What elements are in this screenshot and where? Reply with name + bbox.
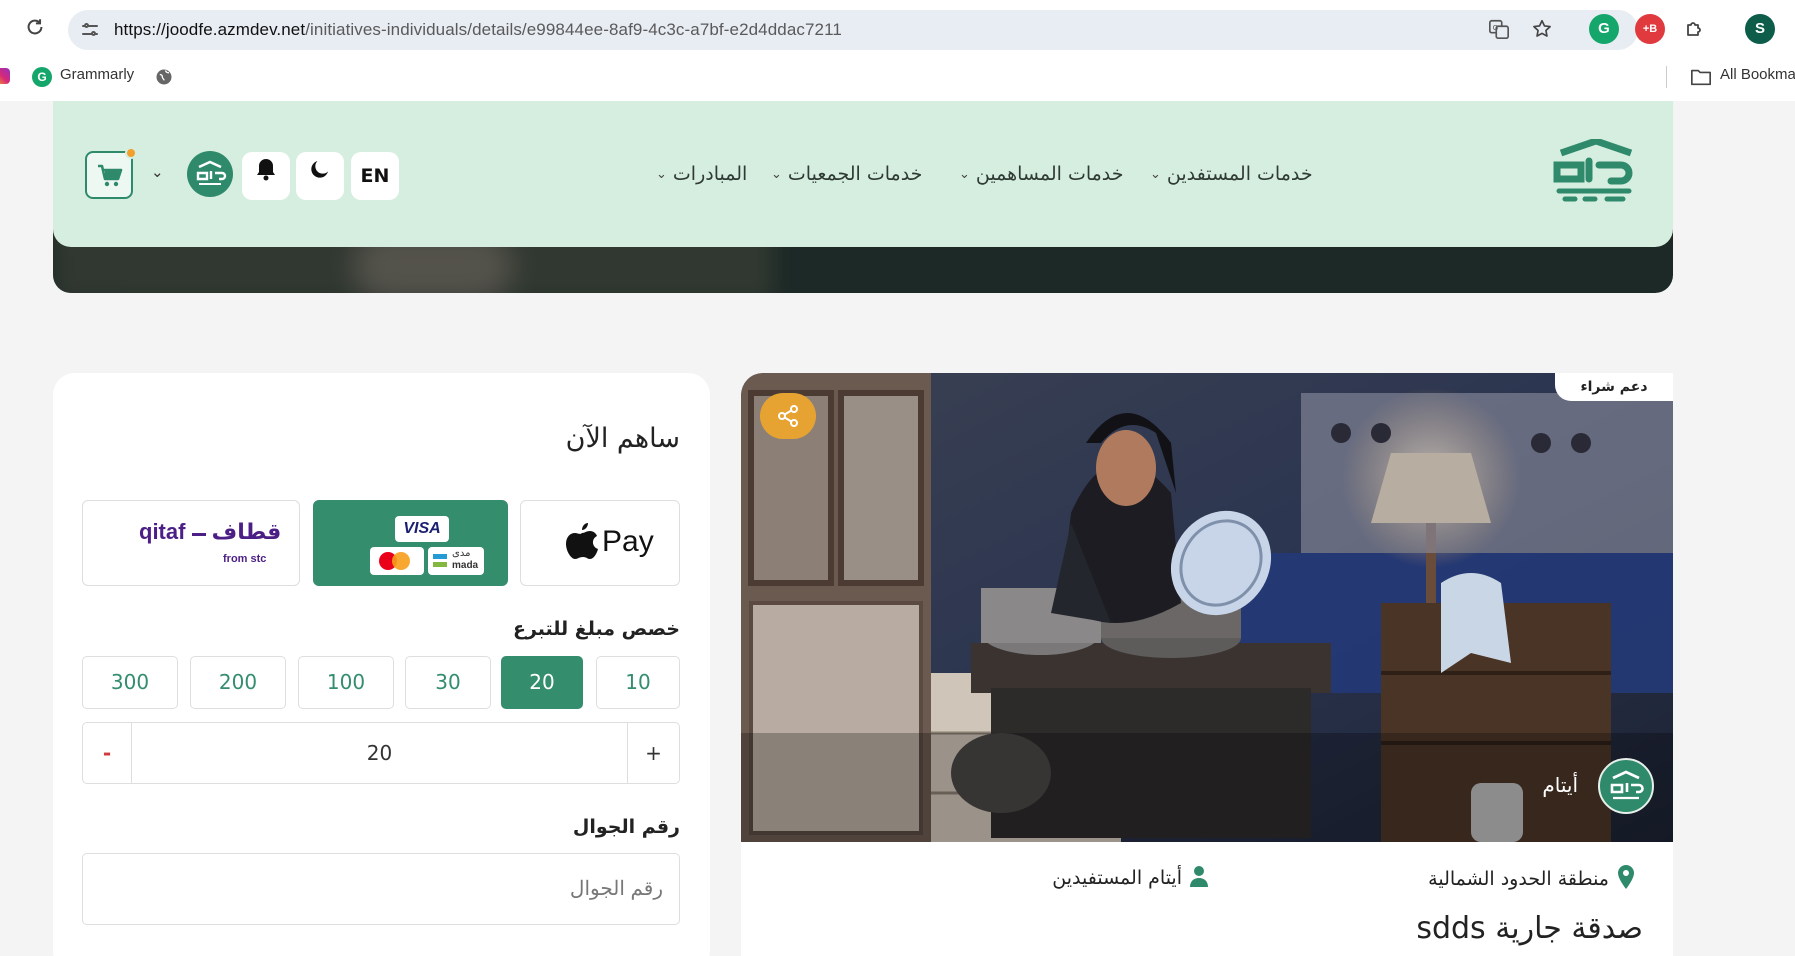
cart-button[interactable] bbox=[85, 147, 137, 199]
phone-input[interactable] bbox=[82, 853, 680, 925]
bookmark-star-icon[interactable] bbox=[1530, 18, 1554, 42]
location-pin-icon bbox=[1617, 865, 1635, 894]
extension-badge-icon[interactable]: +B bbox=[1635, 14, 1665, 44]
bookmarks-bar: G Grammarly All Bookma bbox=[0, 58, 1795, 96]
cart-icon bbox=[97, 164, 123, 192]
bookmark-grammarly[interactable]: Grammarly bbox=[60, 66, 134, 83]
donate-card: ساهم الآن qitaf قطاف from stc VISA مدى m… bbox=[53, 373, 710, 956]
globe-icon[interactable] bbox=[154, 67, 174, 91]
amount-value[interactable]: 20 bbox=[132, 723, 627, 783]
increment-button[interactable]: + bbox=[627, 723, 679, 783]
qitaf-en: qitaf bbox=[139, 519, 186, 544]
apple-pay-label: Pay bbox=[602, 525, 654, 558]
mastercard-icon bbox=[370, 547, 424, 575]
amount-option-10[interactable]: 10 bbox=[596, 656, 680, 709]
amount-option-30[interactable]: 30 bbox=[405, 656, 491, 709]
all-bookmarks[interactable]: All Bookma bbox=[1720, 66, 1795, 83]
moon-icon bbox=[308, 151, 332, 199]
bell-icon bbox=[255, 151, 277, 199]
nav-contributor-services[interactable]: خدمات المساهمين ⌄ bbox=[959, 163, 1124, 185]
jood-logo[interactable] bbox=[1551, 137, 1641, 211]
initiative-title: صدقة جارية sdds bbox=[1416, 911, 1643, 946]
folder-icon bbox=[1690, 67, 1712, 91]
nav-initiatives[interactable]: المبادرات ⌄ bbox=[656, 163, 747, 185]
phone-label: رقم الجوال bbox=[572, 816, 680, 838]
site-navbar: خدمات المستفدين ⌄ خدمات المساهمين ⌄ خدمات … bbox=[53, 101, 1673, 247]
initiative-photo bbox=[741, 373, 1673, 842]
chevron-down-icon: ⌄ bbox=[1150, 167, 1161, 182]
initiative-beneficiaries: أيتام المستفيدين bbox=[1052, 865, 1208, 892]
chevron-down-icon: ⌄ bbox=[959, 167, 970, 182]
nav-beneficiary-services[interactable]: خدمات المستفدين ⌄ bbox=[1150, 163, 1313, 185]
chevron-down-icon[interactable]: ⌄ bbox=[151, 163, 164, 181]
amount-label: خصص مبلغ للتبرع bbox=[512, 618, 680, 640]
initiative-tag: دعم شراء bbox=[1555, 373, 1673, 401]
amount-option-20[interactable]: 20 bbox=[501, 656, 583, 709]
url-text[interactable]: https://joodfe.azmdev.net/initiatives-in… bbox=[114, 20, 842, 40]
reload-icon[interactable] bbox=[22, 16, 48, 42]
share-button[interactable] bbox=[760, 393, 816, 439]
mada-ar: مدى bbox=[452, 548, 471, 559]
amount-option-100[interactable]: 100 bbox=[298, 656, 394, 709]
user-avatar[interactable] bbox=[187, 151, 233, 197]
translate-icon[interactable]: G bbox=[1487, 18, 1511, 42]
initiative-region: منطقة الحدود الشمالية bbox=[1428, 865, 1635, 894]
beneficiaries-text: أيتام المستفيدين bbox=[1052, 867, 1182, 889]
chevron-down-icon: ⌄ bbox=[771, 167, 782, 182]
nav-label: خدمات المستفدين bbox=[1166, 163, 1313, 185]
extensions-puzzle-icon[interactable] bbox=[1680, 14, 1710, 44]
apple-icon bbox=[566, 523, 598, 565]
mada-en: mada bbox=[452, 560, 479, 571]
profile-avatar[interactable]: S bbox=[1745, 14, 1775, 44]
organization-logo[interactable] bbox=[1598, 758, 1654, 814]
qitaf-underline bbox=[191, 533, 206, 536]
amount-option-200[interactable]: 200 bbox=[190, 656, 286, 709]
nav-label: خدمات المساهمين bbox=[975, 163, 1124, 185]
person-icon bbox=[1190, 865, 1208, 892]
initiative-card: دعم شراء أيتام منطقة الحدود الشمالية أيت… bbox=[741, 373, 1673, 956]
mada-badge: مدى mada bbox=[428, 547, 484, 575]
chevron-down-icon: ⌄ bbox=[656, 167, 667, 182]
url-path: /initiatives-individuals/details/e99844e… bbox=[305, 20, 842, 39]
notifications-button[interactable] bbox=[242, 152, 290, 200]
svg-text:G: G bbox=[1493, 23, 1499, 32]
instagram-icon[interactable] bbox=[0, 68, 10, 84]
qitaf-logo: qitaf قطاف bbox=[139, 519, 281, 545]
language-button[interactable]: EN bbox=[351, 152, 399, 200]
qitaf-sub: from stc bbox=[223, 553, 267, 565]
url-host: https://joodfe.azmdev.net bbox=[114, 20, 306, 39]
cart-notification-dot bbox=[125, 147, 137, 159]
amount-stepper: - 20 + bbox=[82, 722, 680, 784]
apple-pay-option[interactable]: Pay bbox=[520, 500, 680, 586]
site-info-icon[interactable] bbox=[80, 20, 100, 40]
organization-name: أيتام bbox=[1542, 773, 1578, 797]
nav-label: المبادرات bbox=[672, 163, 748, 185]
donate-title: ساهم الآن bbox=[565, 423, 680, 454]
qitaf-payment-option[interactable]: qitaf قطاف from stc bbox=[82, 500, 300, 586]
decrement-button[interactable]: - bbox=[83, 723, 132, 783]
page-content: خدمات المستفدين ⌄ خدمات المساهمين ⌄ خدمات … bbox=[0, 101, 1795, 956]
grammarly-extension-icon[interactable]: G bbox=[1589, 14, 1619, 44]
nav-label: خدمات الجمعيات bbox=[787, 163, 923, 185]
dark-mode-toggle[interactable] bbox=[296, 152, 344, 200]
grammarly-bookmark-icon: G bbox=[32, 67, 52, 87]
visa-badge: VISA bbox=[395, 516, 449, 542]
share-icon bbox=[776, 404, 800, 432]
qitaf-ar: قطاف bbox=[211, 520, 282, 545]
card-payment-option[interactable]: VISA مدى mada bbox=[313, 500, 508, 586]
nav-association-services[interactable]: خدمات الجمعيات ⌄ bbox=[771, 163, 922, 185]
region-text: منطقة الحدود الشمالية bbox=[1428, 868, 1609, 890]
browser-chrome: https://joodfe.azmdev.net/initiatives-in… bbox=[0, 0, 1795, 101]
address-bar[interactable]: https://joodfe.azmdev.net/initiatives-in… bbox=[68, 10, 1638, 50]
amount-option-300[interactable]: 300 bbox=[82, 656, 178, 709]
bookmarks-divider bbox=[1666, 66, 1667, 88]
